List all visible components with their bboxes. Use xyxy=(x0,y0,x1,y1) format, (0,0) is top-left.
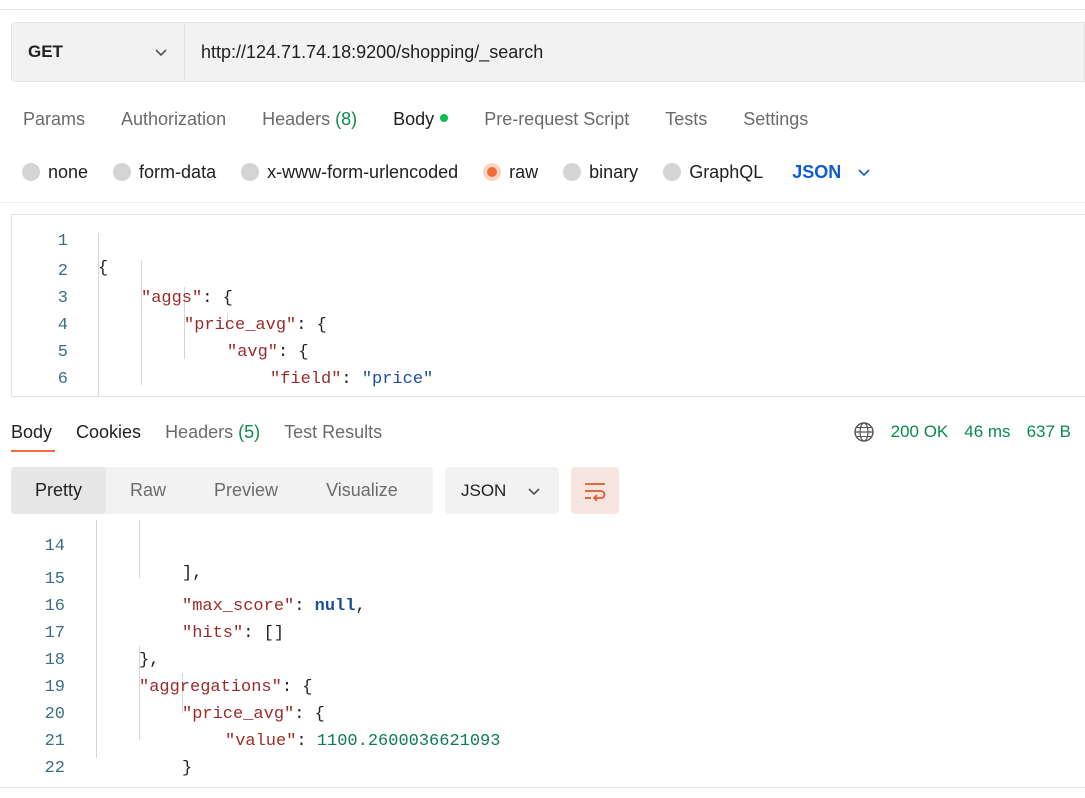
code-line: 5 "field": "price" xyxy=(12,312,1085,389)
code-line: 20 "value": 1100.2600036621093 xyxy=(0,674,1085,751)
tab-label: Authorization xyxy=(121,108,227,129)
body-format-select[interactable]: JSON xyxy=(792,162,871,183)
radio-binary[interactable]: binary xyxy=(563,162,638,183)
view-raw-button[interactable]: Raw xyxy=(106,467,190,514)
chevron-down-icon xyxy=(528,487,540,495)
view-pretty-button[interactable]: Pretty xyxy=(11,467,107,514)
code-line: 23 } xyxy=(0,755,1085,782)
tab-label: Headers xyxy=(262,108,331,129)
radio-raw[interactable]: raw xyxy=(483,162,538,183)
active-tab-underline xyxy=(11,450,55,452)
view-preview-button[interactable]: Preview xyxy=(190,467,302,514)
radio-icon xyxy=(663,163,682,181)
tab-headers[interactable]: Headers (8) xyxy=(262,109,357,130)
chevron-down-icon xyxy=(858,169,870,177)
body-format-label: JSON xyxy=(792,161,842,182)
headers-count-badge: (5) xyxy=(238,421,261,442)
body-indicator-dot xyxy=(440,113,449,122)
tab-label: Pre-request Script xyxy=(484,108,630,129)
tab-pre-request-script[interactable]: Pre-request Script xyxy=(484,109,629,130)
code-line: 15 "max_score": null, xyxy=(0,539,1085,616)
body-type-options: none form-data x-www-form-urlencoded raw… xyxy=(22,158,871,186)
request-tabs: Params Authorization Headers (8) Body Pr… xyxy=(23,104,844,134)
code-line: 16 "hits": [] xyxy=(0,566,1085,643)
code-line: 2 "aggs": { xyxy=(12,231,1085,308)
tab-settings[interactable]: Settings xyxy=(743,109,808,130)
method-select[interactable]: GET xyxy=(12,23,185,81)
code-line: 18 "aggregations": { xyxy=(0,620,1085,697)
radio-icon xyxy=(563,163,582,181)
top-divider xyxy=(0,9,1085,10)
response-tab-headers[interactable]: Headers (5) xyxy=(165,422,260,443)
wrap-lines-icon xyxy=(585,482,606,501)
tab-label: Settings xyxy=(743,108,809,129)
radio-form-data[interactable]: form-data xyxy=(113,162,216,183)
code-line: 1 { xyxy=(12,215,1085,278)
radio-label: raw xyxy=(509,161,539,182)
radio-graphql[interactable]: GraphQL xyxy=(663,162,763,183)
status-code[interactable]: 200 OK xyxy=(891,422,949,442)
response-tab-test-results[interactable]: Test Results xyxy=(284,422,382,443)
response-tabs: Body Cookies Headers (5) Test Results xyxy=(11,417,406,447)
radio-x-www-form-urlencoded[interactable]: x-www-form-urlencoded xyxy=(241,162,458,183)
radio-icon xyxy=(241,163,260,181)
tab-body[interactable]: Body xyxy=(393,108,449,130)
tab-label: Headers xyxy=(165,421,234,442)
response-tab-body[interactable]: Body xyxy=(11,422,52,443)
code-line: 6 } xyxy=(12,339,1085,389)
chevron-down-icon xyxy=(155,49,167,57)
tab-label: Test Results xyxy=(284,421,383,442)
tab-authorization[interactable]: Authorization xyxy=(121,109,226,130)
request-body-editor[interactable]: 1 { 2 "aggs": { 3 "price_avg": { 4 "avg"… xyxy=(11,214,1085,397)
radio-selected-icon xyxy=(483,163,502,181)
radio-label: none xyxy=(48,161,89,182)
method-label: GET xyxy=(28,42,63,61)
radio-label: GraphQL xyxy=(689,161,764,182)
tab-label: Cookies xyxy=(76,421,142,442)
code-line: 14 ], xyxy=(0,520,1085,583)
radio-label: x-www-form-urlencoded xyxy=(267,161,459,182)
request-url-bar: GET http://124.71.74.18:9200/shopping/_s… xyxy=(11,22,1085,82)
tab-label: Tests xyxy=(665,108,708,129)
radio-icon xyxy=(22,163,40,181)
url-input[interactable]: http://124.71.74.18:9200/shopping/_searc… xyxy=(185,42,543,63)
code-text: } xyxy=(227,393,237,396)
radio-label: binary xyxy=(589,161,639,182)
response-status: 200 OK 46 ms 637 B xyxy=(853,417,1071,447)
code-line: 21 } xyxy=(0,701,1085,778)
code-line: 7 } xyxy=(12,366,1085,393)
tab-label: Params xyxy=(23,108,86,129)
tab-tests[interactable]: Tests xyxy=(665,109,707,130)
headers-count-badge: (8) xyxy=(335,108,358,129)
wrap-lines-button[interactable] xyxy=(571,467,619,514)
code-line: 3 "price_avg": { xyxy=(12,258,1085,335)
line-number: 7 xyxy=(12,393,68,396)
globe-icon[interactable] xyxy=(853,421,875,443)
response-format-select[interactable]: JSON xyxy=(445,467,559,514)
tab-label: Body xyxy=(393,108,435,129)
response-size[interactable]: 637 B xyxy=(1027,422,1071,442)
response-time[interactable]: 46 ms xyxy=(964,422,1010,442)
tab-label: Body xyxy=(11,421,53,442)
code-line: 4 "avg": { xyxy=(12,285,1085,362)
radio-icon xyxy=(113,163,132,181)
view-mode-group: Pretty Raw Preview Visualize xyxy=(11,467,433,514)
section-divider xyxy=(0,202,1085,203)
response-format-label: JSON xyxy=(461,480,507,500)
code-line: 19 "price_avg": { xyxy=(0,647,1085,724)
view-visualize-button[interactable]: Visualize xyxy=(302,467,422,514)
tab-params[interactable]: Params xyxy=(23,109,85,130)
response-body-viewer[interactable]: 14 ], 15 "max_score": null, 16 "hits": [… xyxy=(0,520,1085,782)
radio-label: form-data xyxy=(139,161,217,182)
code-line: 17 }, xyxy=(0,593,1085,670)
response-tab-cookies[interactable]: Cookies xyxy=(76,422,141,443)
radio-none[interactable]: none xyxy=(22,162,88,183)
code-line: 22 } xyxy=(0,728,1085,778)
bottom-divider xyxy=(0,787,1085,788)
